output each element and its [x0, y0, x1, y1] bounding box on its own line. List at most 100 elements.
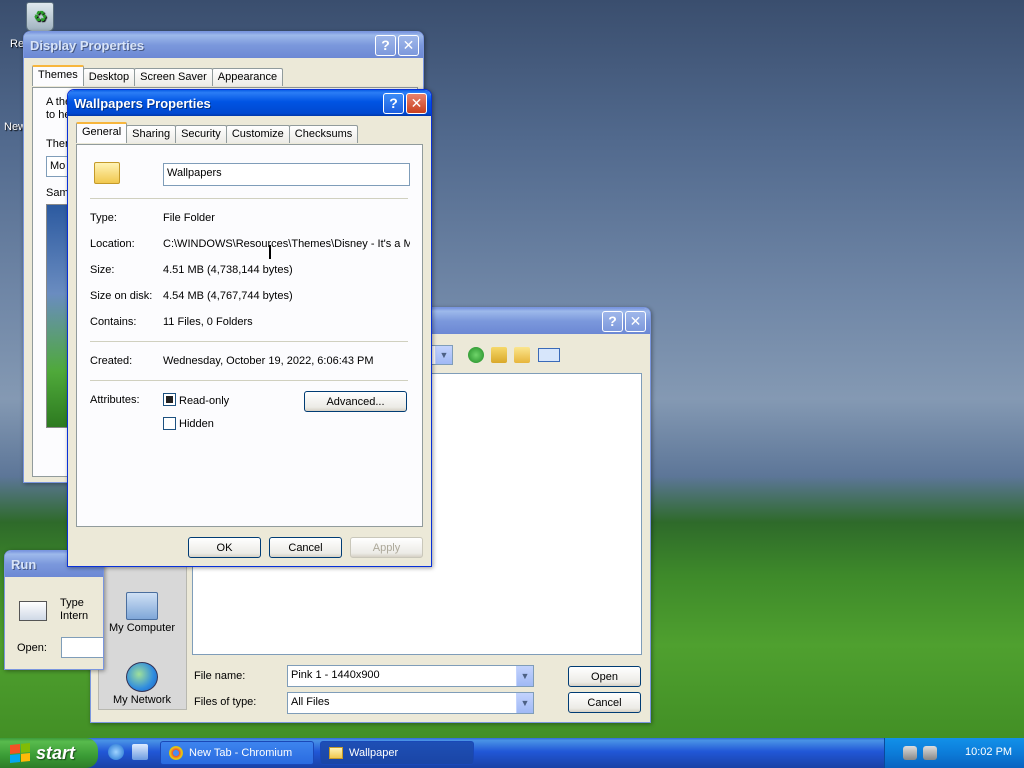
help-button[interactable]: ?: [602, 310, 623, 332]
places-my-computer[interactable]: My Computer: [102, 592, 182, 634]
views-menu-icon[interactable]: [538, 348, 560, 362]
start-button[interactable]: start: [0, 738, 98, 768]
recycle-bin-icon: [26, 2, 54, 32]
task-wallpaper[interactable]: Wallpaper: [320, 741, 474, 765]
folder-icon: [94, 162, 120, 184]
recycle-bin-desktop-icon[interactable]: [10, 2, 70, 32]
task-chromium[interactable]: New Tab - Chromium: [160, 741, 314, 765]
display-titlebar[interactable]: Display Properties ? ✕: [24, 32, 423, 58]
divider: [90, 198, 408, 199]
start-label: start: [36, 742, 76, 763]
text-cursor: [269, 245, 271, 259]
theme-value: Mo: [50, 160, 66, 172]
filetype-combo[interactable]: All Files ▼: [287, 692, 534, 714]
filetype-label: Files of type:: [194, 696, 257, 708]
chevron-down-icon: ▼: [435, 346, 452, 364]
created-label: Created:: [90, 355, 133, 367]
tab-customize[interactable]: Customize: [225, 125, 290, 143]
places-my-network[interactable]: My Network: [102, 662, 182, 706]
divider: [90, 380, 408, 381]
tab-security[interactable]: Security: [175, 125, 227, 143]
help-button[interactable]: ?: [383, 92, 404, 114]
places-label: My Computer: [108, 622, 176, 634]
folder-name-input[interactable]: Wallpapers: [163, 163, 410, 186]
ok-button[interactable]: OK: [188, 537, 261, 558]
back-icon[interactable]: [468, 347, 484, 363]
network-tray-icon[interactable]: [903, 746, 917, 760]
my-network-icon: [126, 662, 158, 692]
internet-explorer-icon[interactable]: [108, 744, 124, 760]
filename-label: File name:: [194, 670, 246, 682]
chevron-down-icon: ▼: [516, 693, 533, 713]
wallpapers-titlebar[interactable]: Wallpapers Properties ? ✕: [68, 90, 431, 116]
filename-combo[interactable]: Pink 1 - 1440x900 ▼: [287, 665, 534, 687]
cancel-button[interactable]: Cancel: [568, 692, 641, 713]
run-open-label: Open:: [17, 642, 47, 654]
sample-label: Sam: [46, 187, 69, 199]
taskbar: start New Tab - Chromium Wallpaper 10:02…: [0, 738, 1024, 768]
my-computer-icon: [126, 592, 158, 620]
size-value: 4.51 MB (4,738,144 bytes): [163, 264, 293, 276]
tab-general[interactable]: General: [76, 122, 128, 143]
folder-icon: [329, 747, 343, 759]
tab-appearance[interactable]: Appearance: [211, 68, 284, 86]
hidden-label[interactable]: Hidden: [179, 418, 214, 430]
created-value: Wednesday, October 19, 2022, 6:06:43 PM: [163, 355, 374, 367]
readonly-label[interactable]: Read-only: [179, 395, 229, 407]
safely-remove-icon[interactable]: [923, 746, 937, 760]
tab-desktop[interactable]: Desktop: [82, 68, 136, 86]
size-on-disk-value: 4.54 MB (4,767,744 bytes): [163, 290, 293, 302]
tab-checksums[interactable]: Checksums: [288, 125, 359, 143]
filetype-value: All Files: [291, 696, 330, 708]
tab-sharing[interactable]: Sharing: [126, 125, 177, 143]
filename-value: Pink 1 - 1440x900: [291, 669, 380, 681]
general-tabpane: [76, 144, 423, 527]
close-button[interactable]: ✕: [398, 34, 419, 56]
type-value: File Folder: [163, 212, 215, 224]
divider: [90, 341, 408, 342]
hidden-checkbox[interactable]: [163, 417, 176, 430]
contains-value: 11 Files, 0 Folders: [163, 316, 253, 328]
places-label: My Network: [112, 694, 172, 706]
size-label: Size:: [90, 264, 115, 276]
up-folder-icon[interactable]: [491, 347, 507, 363]
contains-label: Contains:: [90, 316, 137, 328]
task-label: New Tab - Chromium: [189, 747, 293, 759]
run-open-input[interactable]: [61, 637, 103, 658]
chromium-icon: [169, 746, 183, 760]
attributes-label: Attributes:: [90, 394, 140, 406]
theme-label: Ther: [46, 138, 69, 150]
tab-screen-saver[interactable]: Screen Saver: [134, 68, 213, 86]
location-label: Location:: [90, 238, 135, 250]
wallpapers-tabs: General Sharing Security Customize Check…: [76, 122, 359, 143]
advanced-button[interactable]: Advanced...: [304, 391, 407, 412]
display-tabs: Themes Desktop Screen Saver Appearance: [32, 65, 284, 86]
show-desktop-icon[interactable]: [132, 744, 148, 760]
run-text: Type: [60, 597, 84, 609]
readonly-checkbox[interactable]: [163, 393, 176, 406]
close-button[interactable]: ✕: [406, 92, 427, 114]
help-button[interactable]: ?: [375, 34, 396, 56]
run-dialog: Run Type Intern Open:: [4, 550, 104, 670]
open-button[interactable]: Open: [568, 666, 641, 687]
wallpapers-title: Wallpapers Properties: [74, 95, 211, 111]
apply-button[interactable]: Apply: [350, 537, 423, 558]
system-tray: 10:02 PM: [884, 738, 1024, 768]
close-button[interactable]: ✕: [625, 310, 646, 332]
folder-name-value: Wallpapers: [167, 167, 222, 179]
wallpapers-properties-window: Wallpapers Properties ? ✕ General Sharin…: [67, 89, 432, 567]
run-text: Intern: [60, 610, 89, 622]
recycle-bin-label: Re: [10, 38, 25, 50]
look-in-combo[interactable]: ▼: [431, 345, 453, 365]
task-label: Wallpaper: [349, 747, 399, 759]
clock[interactable]: 10:02 PM: [965, 746, 1012, 758]
display-title: Display Properties: [30, 37, 145, 53]
type-label: Type:: [90, 212, 117, 224]
run-icon: [19, 601, 47, 621]
chevron-down-icon: ▼: [516, 666, 533, 686]
location-value: C:\WINDOWS\Resources\Themes\Disney - It'…: [163, 238, 410, 250]
new-folder-icon[interactable]: [514, 347, 530, 363]
tab-themes[interactable]: Themes: [32, 65, 84, 86]
cancel-button[interactable]: Cancel: [269, 537, 342, 558]
size-on-disk-label: Size on disk:: [90, 290, 153, 302]
